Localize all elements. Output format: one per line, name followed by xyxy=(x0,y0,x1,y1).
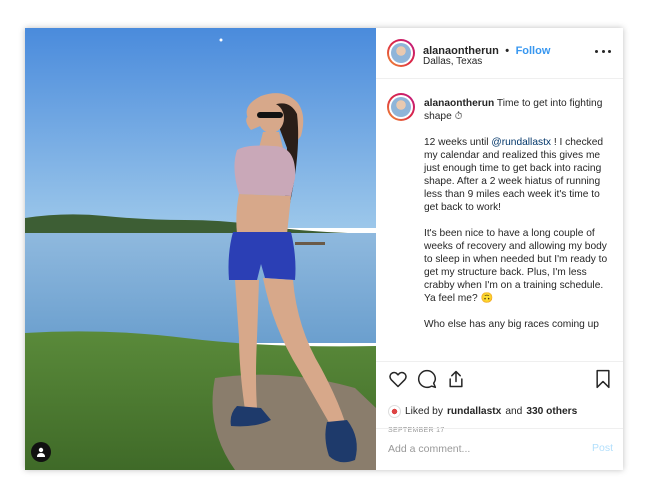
avatar[interactable] xyxy=(387,39,415,67)
likes-summary: Liked by rundallastx and 330 others xyxy=(388,405,577,418)
share-icon[interactable] xyxy=(446,369,466,389)
caption-avatar[interactable] xyxy=(387,93,415,121)
add-comment-bar: Post xyxy=(376,428,623,470)
follow-button[interactable]: Follow xyxy=(516,45,551,57)
post-photo[interactable] xyxy=(25,28,376,470)
caption-p3: It's been nice to have a long couple of … xyxy=(424,228,608,304)
more-options-icon[interactable] xyxy=(595,45,611,57)
comments-scroll-area[interactable]: alanaontherun Time to get into fighting … xyxy=(376,79,623,369)
likes-prefix: Liked by xyxy=(405,406,443,417)
comment-icon[interactable] xyxy=(417,369,437,389)
comment-input[interactable] xyxy=(388,441,568,457)
user-tag-icon xyxy=(37,447,45,457)
liker-username[interactable]: rundallastx xyxy=(447,406,501,417)
mention-link[interactable]: @rundallastx xyxy=(491,137,551,148)
bookmark-icon[interactable] xyxy=(594,369,612,389)
likes-and: and xyxy=(505,406,523,417)
post-caption: alanaontherun Time to get into fighting … xyxy=(424,97,609,344)
user-tag-button[interactable] xyxy=(31,442,51,462)
liker-avatar[interactable] xyxy=(388,405,401,418)
instagram-post-card: alanaontherun • Follow Dallas, Texas ala… xyxy=(25,28,623,470)
photo-image xyxy=(25,28,376,470)
location-link[interactable]: Dallas, Texas xyxy=(423,56,482,67)
caption-p2-before: 12 weeks until xyxy=(424,137,492,148)
header-separator: • xyxy=(505,45,510,57)
caption-username[interactable]: alanaontherun xyxy=(424,98,494,109)
post-comment-button[interactable]: Post xyxy=(592,442,613,454)
caption-p2-after: ! I checked my calendar and realized thi… xyxy=(424,137,604,213)
post-header: alanaontherun • Follow Dallas, Texas xyxy=(376,28,623,79)
caption-p4: Who else has any big races coming up xyxy=(424,319,599,330)
heart-icon[interactable] xyxy=(388,369,408,389)
post-side-panel: alanaontherun • Follow Dallas, Texas ala… xyxy=(376,28,623,470)
likes-others-link[interactable]: 330 others xyxy=(526,406,577,417)
